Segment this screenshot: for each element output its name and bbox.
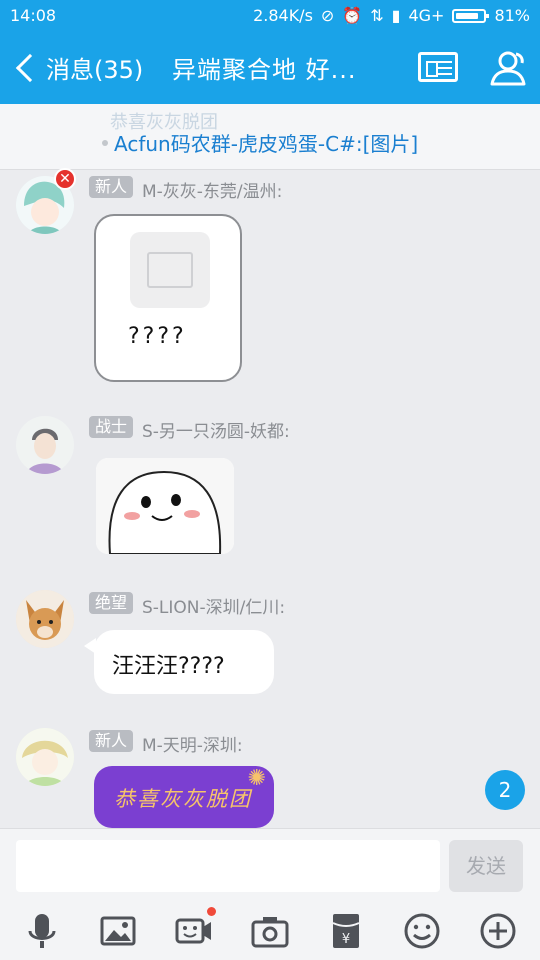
new-indicator-dot <box>207 907 216 916</box>
avatar-dog-icon <box>16 590 74 648</box>
message-text: ???? <box>128 324 187 349</box>
firework-icon: ✺ <box>247 766 266 791</box>
member-badge: 战士 <box>89 416 134 438</box>
sender-name[interactable]: M-灰灰-东莞/温州: <box>142 177 282 202</box>
image-placeholder[interactable] <box>130 232 210 308</box>
battery-level: 81% <box>494 6 530 25</box>
red-packet-icon: ¥ <box>332 914 360 948</box>
avatar-blonde-boy-icon <box>16 728 74 786</box>
bubble-tail <box>84 638 96 654</box>
status-right: 2.84K/s ⊘ ⏰ ⇅ ▮ 4G+ 81% <box>253 6 530 25</box>
sender-name[interactable]: S-另一只汤圆-妖都: <box>142 417 290 442</box>
plus-circle-icon <box>480 913 516 949</box>
blob-sticker-icon <box>96 458 234 554</box>
video-button[interactable] <box>174 907 216 951</box>
message-bubble[interactable]: 汪汪汪???? <box>84 630 274 694</box>
image-icon <box>100 916 136 946</box>
network-speed: 2.84K/s <box>253 6 313 25</box>
title-bar: 消息(35) 异端聚合地 好... <box>0 32 540 104</box>
photo-button[interactable] <box>98 911 138 951</box>
camera-button[interactable] <box>250 911 290 951</box>
svg-text:¥: ¥ <box>342 932 350 947</box>
group-members-icon[interactable] <box>488 48 528 88</box>
image-icon <box>147 252 193 288</box>
notice-text[interactable]: Acfun码农群-虎皮鸡蛋-C#:[图片] <box>114 128 418 157</box>
input-toolbar: ¥ <box>0 905 540 960</box>
sender-name[interactable]: M-天明-深圳: <box>142 731 243 756</box>
alarm-icon: ⏰ <box>342 6 363 25</box>
back-button[interactable]: 消息(35) <box>14 50 143 85</box>
status-time: 14:08 <box>10 6 57 25</box>
sticker-image[interactable] <box>96 458 234 554</box>
red-packet-button[interactable]: ¥ <box>326 911 366 951</box>
back-label: 消息(35) <box>46 56 144 84</box>
member-badge: 绝望 <box>89 592 134 614</box>
group-title: 异端聚合地 好... <box>172 56 357 84</box>
battery-icon <box>452 8 490 23</box>
member-badge: 新人 <box>89 730 134 752</box>
emoji-button[interactable] <box>402 911 442 951</box>
signal-icon: ▮ <box>391 6 401 25</box>
message-text: 汪汪汪???? <box>112 654 225 679</box>
message-text: 恭喜灰灰脱团 <box>114 787 252 811</box>
sender-name[interactable]: S-LION-深圳/仁川: <box>142 593 285 618</box>
data-arrows-icon: ⇅ <box>370 6 384 25</box>
chevron-left-icon <box>15 53 45 82</box>
send-button[interactable]: 发送 <box>449 840 523 892</box>
smiley-icon <box>404 913 440 949</box>
voice-button[interactable] <box>22 911 62 951</box>
more-button[interactable] <box>478 911 518 951</box>
avatar[interactable] <box>16 590 74 648</box>
latest-notice-bar[interactable]: 恭喜灰灰脱团 Acfun码农群-虎皮鸡蛋-C#:[图片] <box>0 104 540 170</box>
microphone-icon <box>28 914 56 948</box>
input-bar: 发送 ¥ <box>0 828 540 960</box>
remove-badge-icon[interactable]: ✕ <box>54 168 76 190</box>
group-card-icon[interactable] <box>418 52 458 82</box>
avatar[interactable] <box>16 728 74 786</box>
network-type: 4G+ <box>408 6 445 25</box>
unread-count-badge[interactable]: 2 <box>485 770 525 810</box>
status-bar: 14:08 2.84K/s ⊘ ⏰ ⇅ ▮ 4G+ 81% <box>0 0 540 32</box>
member-badge: 新人 <box>89 176 134 198</box>
message-input[interactable] <box>16 840 440 892</box>
avatar-cartoon-man-icon <box>16 416 74 474</box>
avatar[interactable] <box>16 416 74 474</box>
video-smile-icon <box>175 918 211 944</box>
special-bubble[interactable]: 恭喜灰灰脱团 ✺ <box>94 766 274 828</box>
message-bubble[interactable]: ???? <box>94 214 242 382</box>
camera-icon <box>251 917 289 948</box>
silent-icon: ⊘ <box>320 6 335 25</box>
notice-dot-icon <box>102 140 108 146</box>
